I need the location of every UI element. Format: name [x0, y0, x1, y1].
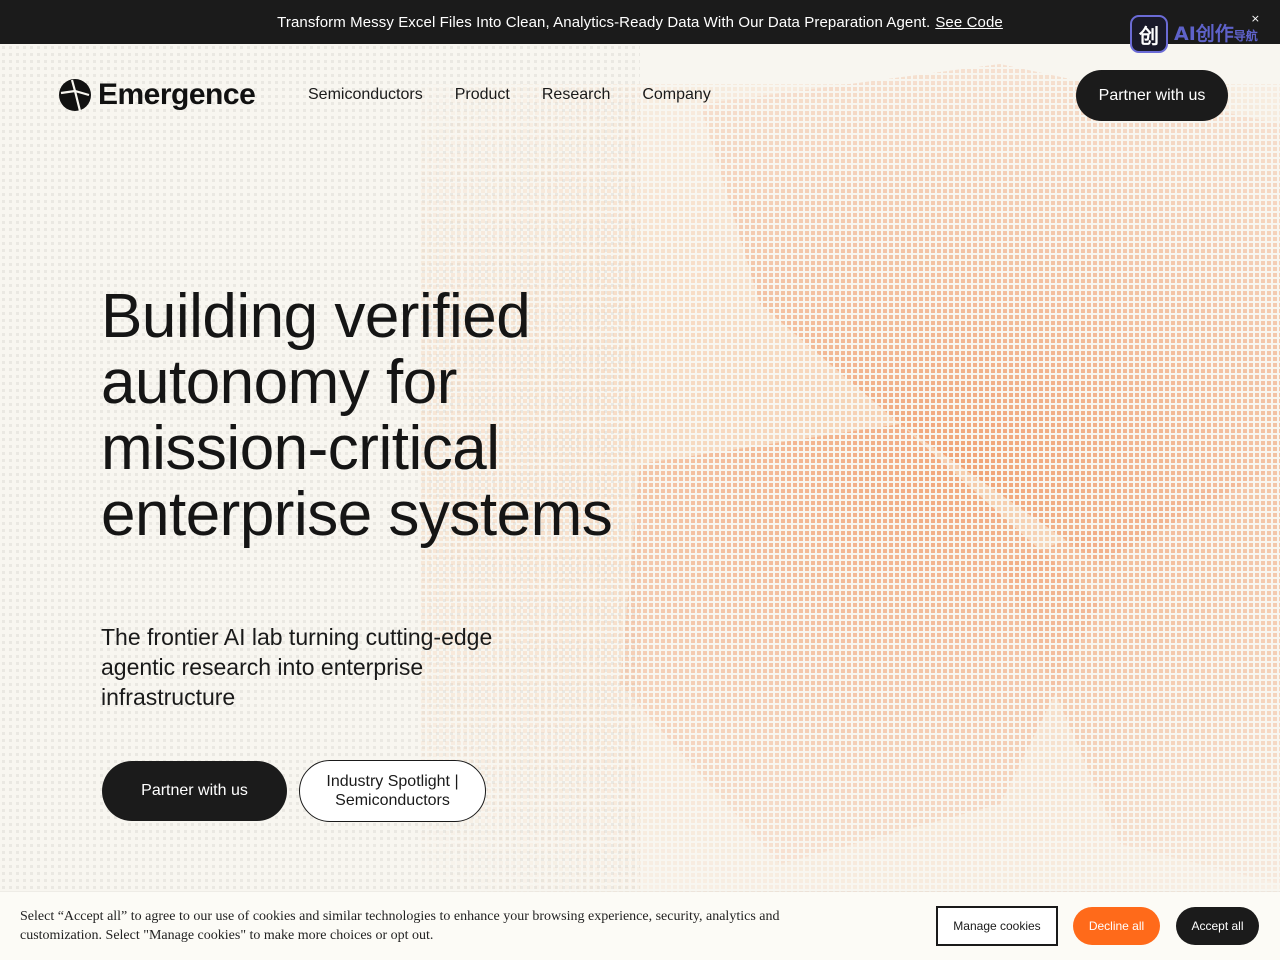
hero-subtitle-line: agentic research into enterprise [101, 654, 424, 680]
cookie-message-line: Select “Accept all” to agree to our use … [20, 909, 780, 924]
nav-research[interactable]: Research [542, 86, 610, 104]
hero-title-line: Building verified [101, 282, 531, 351]
hero-subtitle-line: The frontier AI lab turning cutting-edge [101, 624, 493, 650]
main-nav: Semiconductors Product Research Company [308, 86, 743, 104]
nav-product[interactable]: Product [455, 86, 510, 104]
hero-title-line: enterprise systems [101, 480, 613, 549]
brand-name: Emergence [98, 78, 256, 111]
manage-cookies-button[interactable]: Manage cookies [936, 906, 1058, 946]
industry-spotlight-button[interactable]: Industry Spotlight | Semiconductors [299, 760, 486, 822]
accept-all-button[interactable]: Accept all [1176, 907, 1259, 945]
emergence-logo-icon [59, 79, 91, 112]
announcement-bar: Transform Messy Excel Files Into Clean, … [0, 0, 1280, 44]
badge-close-icon[interactable]: × [1251, 12, 1260, 25]
see-code-link[interactable]: See Code [935, 14, 1003, 31]
hero-title-line: mission-critical [101, 414, 500, 483]
cookie-banner: Select “Accept all” to agree to our use … [0, 892, 1280, 960]
nav-semiconductors[interactable]: Semiconductors [308, 86, 423, 104]
cookie-message: Select “Accept all” to agree to our use … [20, 907, 870, 945]
floating-nav-badge[interactable]: 创 AI创作导航 × [1130, 12, 1266, 54]
announcement-text: Transform Messy Excel Files Into Clean, … [277, 13, 931, 31]
badge-label: AI创作导航 [1174, 22, 1258, 45]
header-partner-button[interactable]: Partner with us [1076, 70, 1228, 121]
decline-all-button[interactable]: Decline all [1073, 907, 1160, 945]
hero-subtitle: The frontier AI lab turning cutting-edge… [101, 622, 561, 712]
nav-company[interactable]: Company [642, 86, 710, 104]
badge-logo-icon: 创 [1130, 15, 1168, 53]
hero-title: Building verified autonomy for mission-c… [101, 284, 661, 548]
site-header: Emergence Semiconductors Product Researc… [0, 44, 1280, 144]
hero-partner-button[interactable]: Partner with us [102, 761, 287, 821]
industry-spotlight-label: Industry Spotlight | [326, 773, 459, 790]
industry-spotlight-label: Semiconductors [335, 792, 450, 809]
badge-label-main: AI创作 [1174, 22, 1234, 45]
hero-subtitle-line: infrastructure [101, 684, 236, 710]
brand-logo[interactable]: Emergence [58, 78, 256, 112]
cookie-message-line: customization. Select "Manage cookies" t… [20, 928, 434, 943]
hero-title-line: autonomy for [101, 348, 457, 417]
badge-label-sub: 导航 [1233, 28, 1258, 43]
